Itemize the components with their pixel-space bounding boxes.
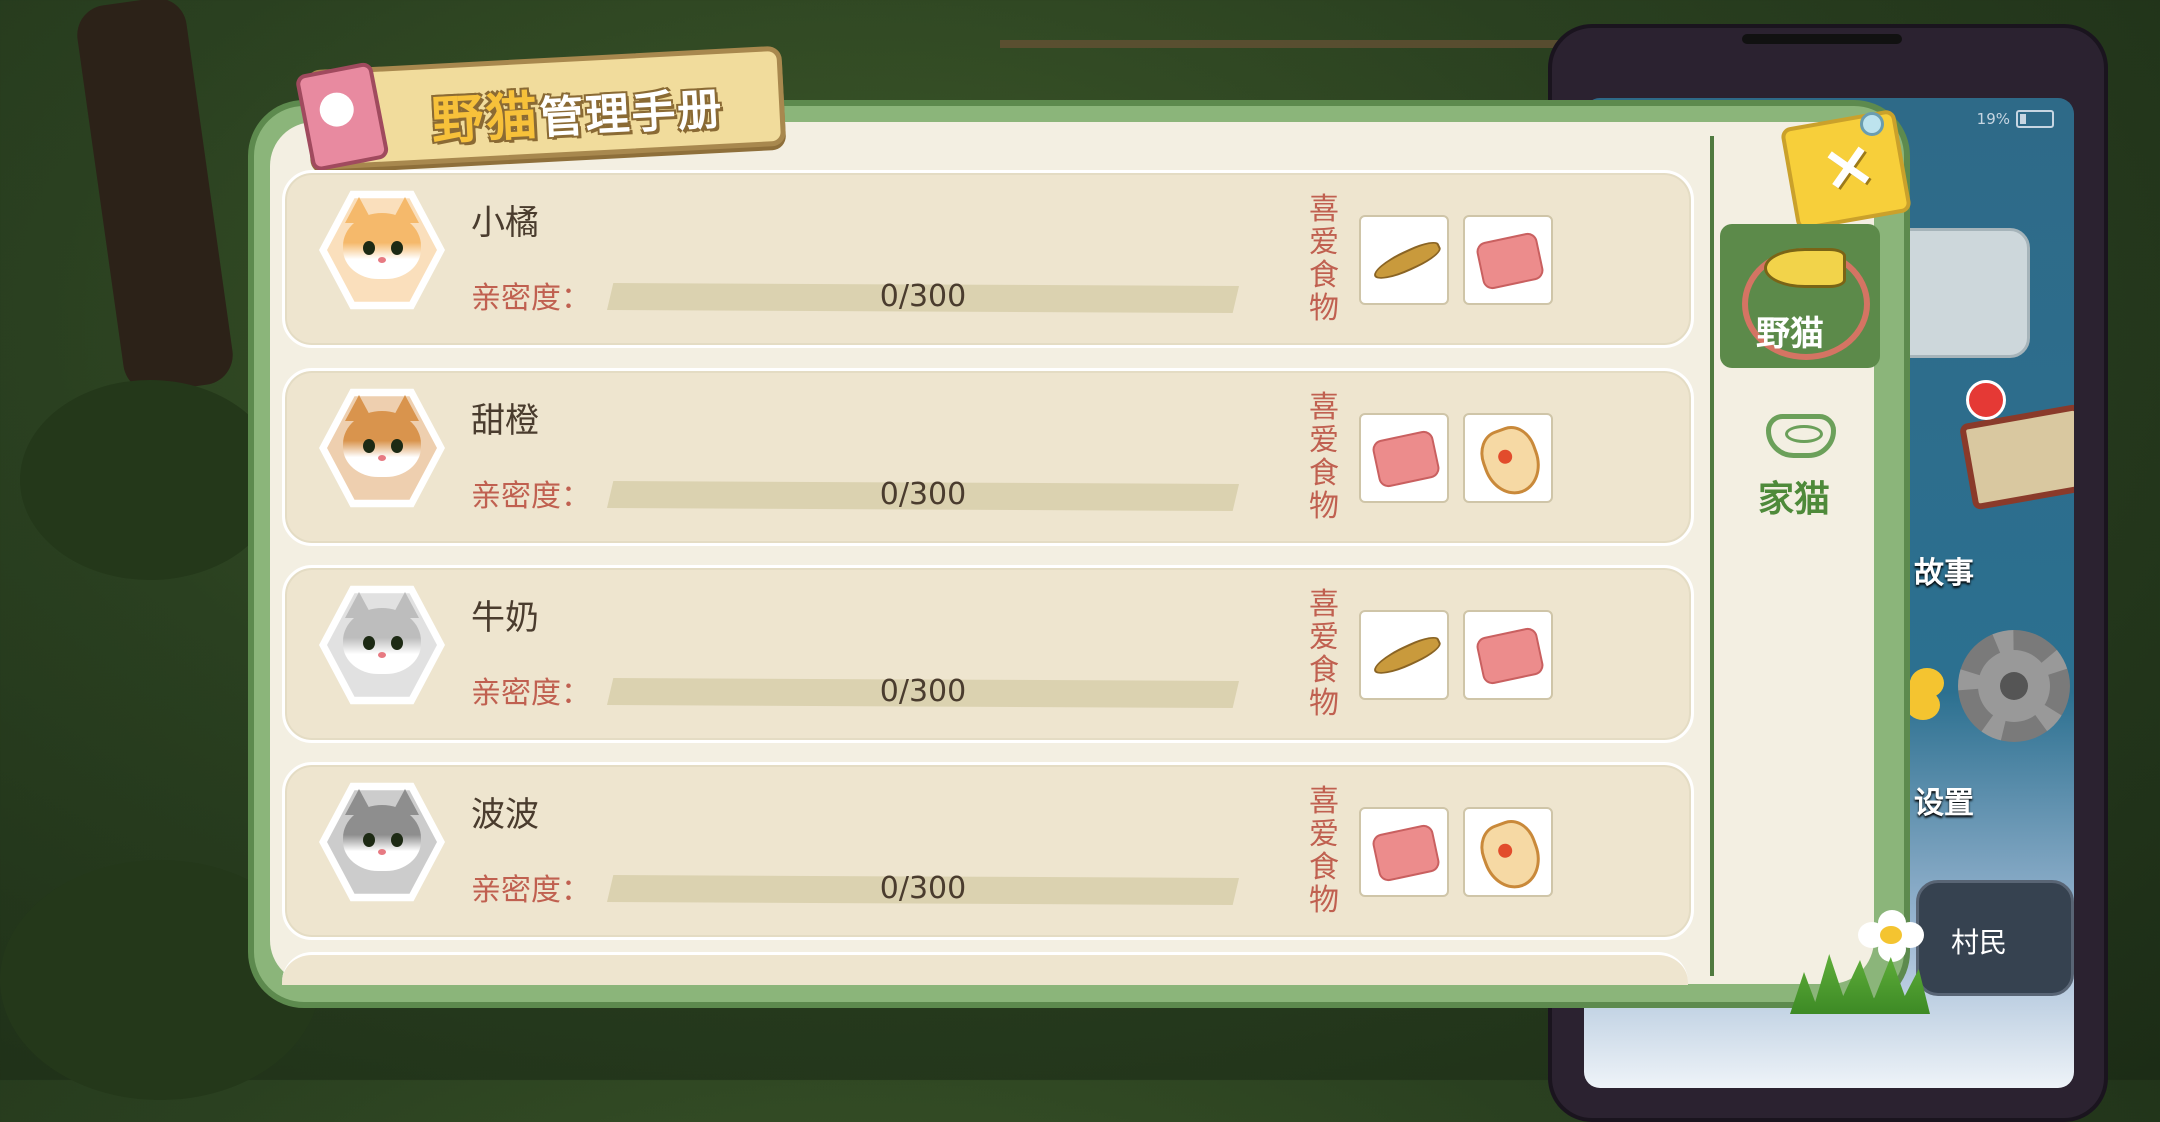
- cat-face: [343, 213, 421, 279]
- favorite-food-slot[interactable]: [1463, 215, 1553, 305]
- affection-value: 0/300: [879, 871, 967, 906]
- cat-avatar[interactable]: [319, 779, 445, 905]
- settings-gear-icon[interactable]: [1958, 630, 2070, 742]
- cat-list-item[interactable]: 牛奶 亲密度： 0/300 喜爱食物: [282, 565, 1694, 743]
- tab-house-cat-label: 家猫: [1758, 479, 1831, 520]
- story-book-icon[interactable]: [1946, 381, 2074, 515]
- tab-divider: [1710, 136, 1714, 976]
- phone-notch: [1742, 34, 1902, 44]
- villager-label: 村民: [1951, 926, 2008, 959]
- cat-face: [343, 411, 421, 477]
- cat-avatar[interactable]: [319, 582, 445, 708]
- battery-percent: 19%: [1976, 110, 2010, 128]
- fish-bone-icon: [1764, 248, 1846, 288]
- pin-icon: [1860, 112, 1884, 136]
- cat-face: [343, 805, 421, 871]
- favorite-food-slot[interactable]: [1463, 610, 1553, 700]
- cat-name: 甜橙: [471, 401, 539, 441]
- white-flower-icon: [1858, 910, 1924, 962]
- cat-face: [343, 608, 421, 674]
- battery-icon: [2016, 110, 2054, 128]
- cat-name: 牛奶: [471, 598, 539, 638]
- affection-label: 亲密度：: [471, 873, 591, 908]
- affection-label: 亲密度：: [471, 479, 591, 514]
- story-label[interactable]: 故事: [1914, 548, 1974, 592]
- affection-value: 0/300: [879, 674, 967, 709]
- favorite-food-slot[interactable]: [1359, 413, 1449, 503]
- affection-label: 亲密度：: [471, 676, 591, 711]
- tab-house-cat[interactable]: 家猫: [1720, 414, 1880, 534]
- villager-button[interactable]: 村民: [1916, 880, 2074, 996]
- favorite-food-label: 喜爱食物: [1309, 192, 1339, 326]
- title-accent: 野猫: [430, 86, 542, 152]
- affection-label: 亲密度：: [471, 281, 591, 316]
- cat-list-item[interactable]: 甜橙 亲密度： 0/300 喜爱食物: [282, 368, 1694, 546]
- close-icon: ×: [1815, 125, 1882, 208]
- cat-list-item[interactable]: 波波 亲密度： 0/300 喜爱食物: [282, 762, 1694, 940]
- list-item-peek: [282, 952, 1688, 985]
- cat-avatar[interactable]: [319, 187, 445, 313]
- notification-badge: [1966, 380, 2006, 420]
- favorite-food-label: 喜爱食物: [1309, 784, 1339, 918]
- favorite-food-label: 喜爱食物: [1309, 390, 1339, 524]
- bush: [20, 380, 280, 580]
- title-rest: 管理手册: [538, 83, 725, 145]
- tab-wild-cat[interactable]: 野猫: [1720, 224, 1880, 368]
- cat-name: 波波: [471, 795, 539, 835]
- cat-name: 小橘: [471, 203, 539, 243]
- settings-label[interactable]: 设置: [1914, 778, 1974, 822]
- favorite-food-slot[interactable]: [1463, 413, 1553, 503]
- affection-value: 0/300: [879, 279, 967, 314]
- cat-bowl-icon: [1766, 414, 1836, 458]
- favorite-food-slot[interactable]: [1359, 215, 1449, 305]
- favorite-food-slot[interactable]: [1359, 610, 1449, 700]
- page-title: 野猫管理手册: [429, 64, 725, 154]
- cat-avatar[interactable]: [319, 385, 445, 511]
- tree-trunk: [73, 0, 237, 396]
- tab-wild-cat-label: 野猫: [1756, 314, 1824, 354]
- affection-value: 0/300: [879, 477, 967, 512]
- favorite-food-slot[interactable]: [1359, 807, 1449, 897]
- favorite-food-slot[interactable]: [1463, 807, 1553, 897]
- battery-indicator: 19%: [1977, 110, 2054, 128]
- favorite-food-label: 喜爱食物: [1309, 587, 1339, 721]
- cat-list-item[interactable]: 小橘 亲密度： 0/300 喜爱食物: [282, 170, 1694, 348]
- close-button[interactable]: ×: [1779, 108, 1913, 232]
